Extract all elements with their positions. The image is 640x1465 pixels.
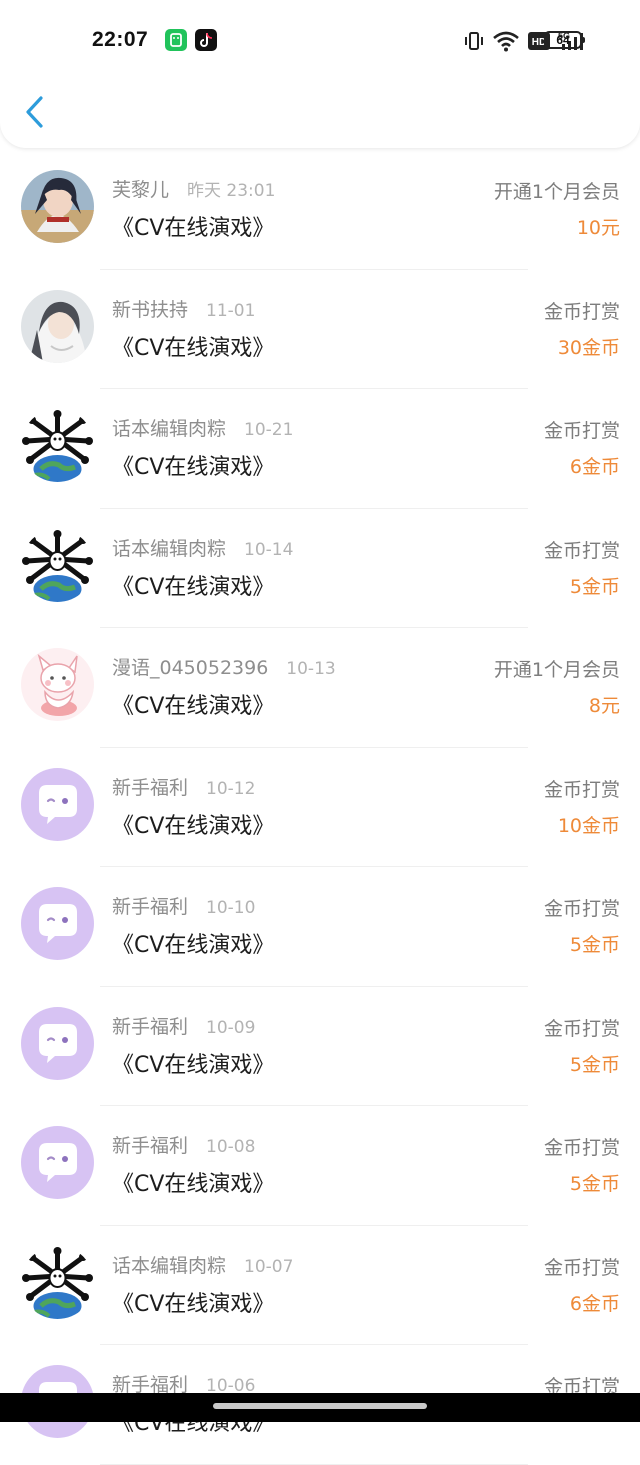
avatar[interactable] <box>21 1126 94 1199</box>
book-title: 《CV在线演戏》 <box>112 455 275 480</box>
record-type: 金币打赏 <box>543 300 620 323</box>
book-title: 《CV在线演戏》 <box>112 1172 275 1197</box>
book-title: 《CV在线演戏》 <box>112 813 275 839</box>
book-title: 《CV在线演戏》 <box>112 694 275 719</box>
status-time: 22:07 <box>92 28 149 51</box>
record-amount: 10金币 <box>557 814 620 837</box>
record-date: 10-09 <box>206 1017 256 1038</box>
record-amount: 8元 <box>588 695 620 717</box>
book-title: 《CV在线演戏》 <box>112 1291 275 1317</box>
record-amount: 6金币 <box>569 456 620 478</box>
record-date: 10-13 <box>286 659 336 679</box>
list-item[interactable]: 漫语_045052396 10-13 《CV在线演戏》 开通1个月会员 8元 <box>0 628 640 748</box>
avatar[interactable] <box>21 648 94 721</box>
list-item[interactable]: 话本编辑肉粽 10-21 《CV在线演戏》 金币打赏 6金币 <box>0 389 640 509</box>
record-amount: 5金币 <box>569 575 620 598</box>
record-type: 金币打赏 <box>543 539 620 562</box>
meta-line: 芙黎儿 昨天 23:01 <box>112 175 275 202</box>
user-name: 新手福利 <box>112 896 189 918</box>
status-bar: 22:07 HD 5G 64 <box>0 0 640 80</box>
record-type: 开通1个月会员 <box>493 181 620 203</box>
list-item[interactable]: 新手福利 10-09 《CV在线演戏》 金币打赏 5金币 <box>0 987 640 1106</box>
avatar[interactable] <box>21 767 94 841</box>
book-title: 《CV在线演戏》 <box>112 216 275 241</box>
record-amount: 5金币 <box>569 1173 620 1195</box>
divider <box>100 1463 528 1465</box>
record-date: 10-07 <box>244 1256 294 1277</box>
record-date: 10-12 <box>206 778 256 799</box>
book-title: 《CV在线演戏》 <box>112 933 275 958</box>
record-list: 芙黎儿 昨天 23:01 《CV在线演戏》 开通1个月会员 10元 新书扶持 11-01 《C… <box>0 150 640 1465</box>
user-name: 漫语_045052396 <box>112 657 269 679</box>
record-amount: 10元 <box>576 217 620 239</box>
record-type: 金币打赏 <box>543 1137 620 1159</box>
meta-line: 新手福利 10-08 <box>112 1131 255 1158</box>
meta-line: 新书扶持 11-01 <box>112 295 255 322</box>
book-title: 《CV在线演戏》 <box>112 1052 275 1078</box>
record-date: 10-14 <box>244 539 294 560</box>
vibrate-icon <box>465 32 483 50</box>
back-button[interactable] <box>18 92 58 132</box>
record-type: 金币打赏 <box>543 1256 620 1279</box>
meta-line: 新手福利 10-09 <box>112 1012 255 1039</box>
list-item[interactable]: 新手福利 10-10 《CV在线演戏》 金币打赏 5金币 <box>0 867 640 987</box>
battery-indicator: 64 <box>544 31 585 49</box>
user-name: 新手福利 <box>112 776 189 799</box>
avatar[interactable] <box>21 1006 94 1080</box>
chevron-left-icon <box>26 96 43 128</box>
meta-line: 话本编辑肉粽 10-21 <box>112 414 293 441</box>
record-type: 金币打赏 <box>543 778 620 801</box>
meta-line: 漫语_045052396 10-13 <box>112 653 336 680</box>
record-type: 金币打赏 <box>543 1017 620 1040</box>
user-name: 话本编辑肉粽 <box>112 537 227 560</box>
home-indicator[interactable] <box>213 1403 427 1409</box>
tiktok-icon <box>195 29 217 51</box>
avatar[interactable] <box>21 887 94 960</box>
record-date: 10-10 <box>206 898 256 918</box>
book-title: 《CV在线演戏》 <box>112 335 275 361</box>
list-item[interactable]: 新手福利 10-12 《CV在线演戏》 金币打赏 10金币 <box>0 748 640 867</box>
app-notification-icon <box>165 29 187 51</box>
meta-line: 新手福利 10-10 <box>112 892 255 919</box>
record-amount: 6金币 <box>569 1292 620 1315</box>
book-title: 《CV在线演戏》 <box>112 574 275 600</box>
avatar[interactable] <box>21 170 94 243</box>
meta-line: 话本编辑肉粽 10-07 <box>112 1251 293 1278</box>
list-item[interactable]: 芙黎儿 昨天 23:01 《CV在线演戏》 开通1个月会员 10元 <box>0 150 640 270</box>
avatar[interactable] <box>21 289 94 363</box>
user-name: 新手福利 <box>112 1135 189 1157</box>
avatar[interactable] <box>21 409 94 482</box>
system-nav-bar <box>0 1393 640 1422</box>
record-type: 金币打赏 <box>543 420 620 442</box>
record-type: 金币打赏 <box>543 898 620 920</box>
user-name: 新手福利 <box>112 1015 189 1038</box>
meta-line: 话本编辑肉粽 10-14 <box>112 534 293 561</box>
user-name: 话本编辑肉粽 <box>112 1254 227 1277</box>
avatar[interactable] <box>21 1245 94 1319</box>
user-name: 话本编辑肉粽 <box>112 418 227 440</box>
list-item[interactable]: 新书扶持 11-01 《CV在线演戏》 金币打赏 30金币 <box>0 270 640 389</box>
meta-line: 新手福利 10-12 <box>112 773 255 800</box>
user-name: 芙黎儿 <box>112 179 170 201</box>
record-date: 11-01 <box>206 300 256 321</box>
user-name: 新书扶持 <box>112 298 189 321</box>
record-date: 昨天 23:01 <box>187 181 276 201</box>
record-date: 10-08 <box>206 1137 256 1157</box>
list-item[interactable]: 话本编辑肉粽 10-14 《CV在线演戏》 金币打赏 5金币 <box>0 509 640 628</box>
record-amount: 5金币 <box>569 934 620 956</box>
wifi-icon <box>493 31 519 52</box>
list-item[interactable]: 新手福利 10-08 《CV在线演戏》 金币打赏 5金币 <box>0 1106 640 1226</box>
record-amount: 5金币 <box>569 1053 620 1076</box>
avatar[interactable] <box>21 528 94 602</box>
record-amount: 30金币 <box>557 336 620 359</box>
list-item[interactable]: 话本编辑肉粽 10-07 《CV在线演戏》 金币打赏 6金币 <box>0 1226 640 1345</box>
record-date: 10-21 <box>244 420 294 440</box>
record-type: 开通1个月会员 <box>493 659 620 681</box>
